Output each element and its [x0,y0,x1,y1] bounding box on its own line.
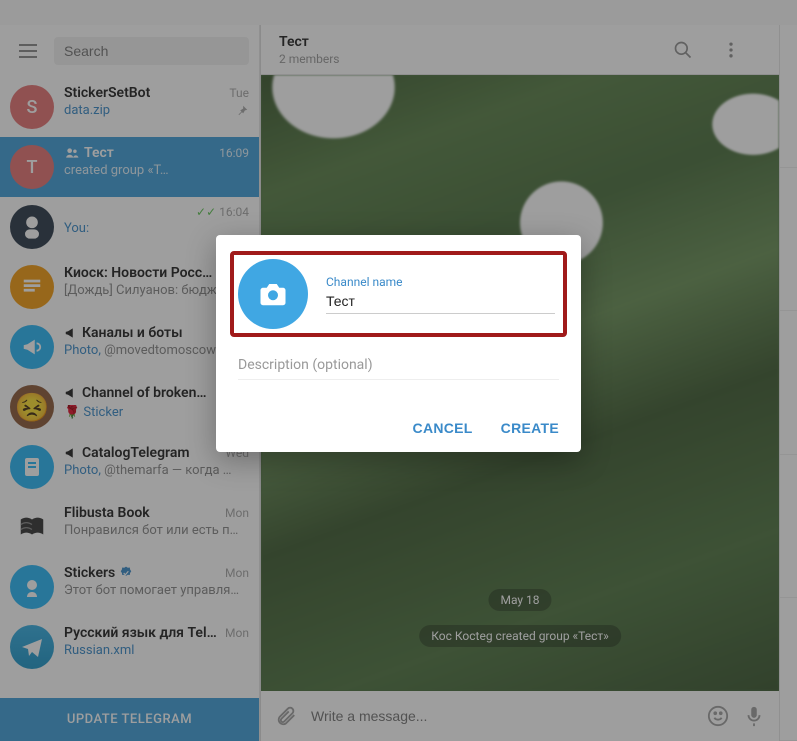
channel-name-label: Channel name [326,275,555,289]
create-button[interactable]: CREATE [501,420,559,436]
channel-photo-button[interactable] [238,259,308,329]
channel-name-input[interactable] [326,291,555,314]
channel-name-field: Channel name [326,275,555,314]
channel-name-row: Channel name [230,251,567,337]
modal-actions: CANCEL CREATE [238,420,559,436]
modal-overlay[interactable]: Channel name Description (optional) CANC… [0,0,797,741]
channel-description-input[interactable]: Description (optional) [238,357,559,380]
camera-icon [258,279,288,309]
create-channel-modal: Channel name Description (optional) CANC… [216,235,581,452]
cancel-button[interactable]: CANCEL [413,420,473,436]
